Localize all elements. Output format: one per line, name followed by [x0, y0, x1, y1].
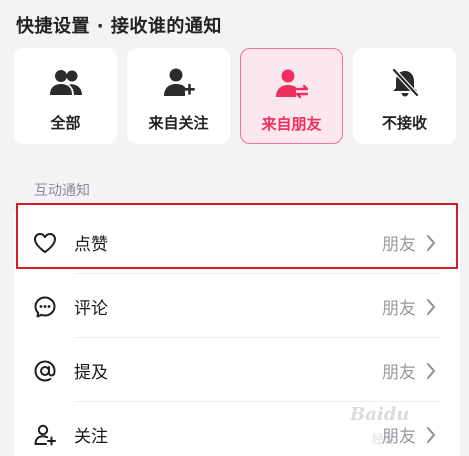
row-label: 评论 — [74, 299, 108, 319]
watermark: Baidu 经验 — [350, 400, 460, 450]
chevron-right-icon — [427, 235, 435, 251]
row-likes[interactable]: 点赞 朋友 — [14, 210, 460, 274]
option-label: 全部 — [50, 114, 81, 132]
chevron-right-icon — [427, 363, 435, 379]
bell-off-icon — [353, 66, 456, 100]
option-label: 不接收 — [381, 114, 427, 132]
user-follow-icon — [32, 422, 58, 448]
receive-from-options: 全部 来自关注 来自朋友 不接收 — [14, 48, 457, 146]
heart-icon — [32, 230, 58, 256]
row-label: 关注 — [74, 427, 108, 447]
option-from-friends[interactable]: 来自朋友 — [240, 48, 343, 144]
option-from-following[interactable]: 来自关注 — [127, 48, 230, 144]
row-divider — [74, 273, 440, 274]
user-add-icon — [127, 66, 230, 100]
option-label: 来自朋友 — [261, 115, 322, 133]
watermark-logo: Baidu — [350, 404, 410, 425]
section-title-interaction: 互动通知 — [34, 183, 90, 199]
notification-settings-page: 快捷设置 · 接收谁的通知 全部 来自关注 来自朋友 不接收 互动通知 点赞 朋… — [0, 0, 469, 456]
watermark-sub: 经验 — [372, 432, 397, 446]
row-mentions[interactable]: 提及 朋友 — [14, 337, 460, 402]
option-all[interactable]: 全部 — [14, 48, 117, 144]
row-comments[interactable]: 评论 朋友 — [14, 273, 460, 338]
user-switch-icon — [241, 67, 342, 101]
row-value: 朋友 — [382, 235, 416, 255]
at-icon — [32, 358, 58, 384]
row-label: 点赞 — [74, 235, 108, 255]
comment-icon — [32, 294, 58, 320]
option-do-not-receive[interactable]: 不接收 — [353, 48, 456, 144]
row-divider — [74, 337, 440, 338]
option-label: 来自关注 — [148, 114, 209, 132]
chevron-right-icon — [427, 299, 435, 315]
row-value: 朋友 — [382, 363, 416, 383]
quick-settings-title: 快捷设置 · 接收谁的通知 — [16, 16, 222, 37]
row-label: 提及 — [74, 363, 108, 383]
group-icon — [14, 66, 117, 100]
row-value: 朋友 — [382, 299, 416, 319]
